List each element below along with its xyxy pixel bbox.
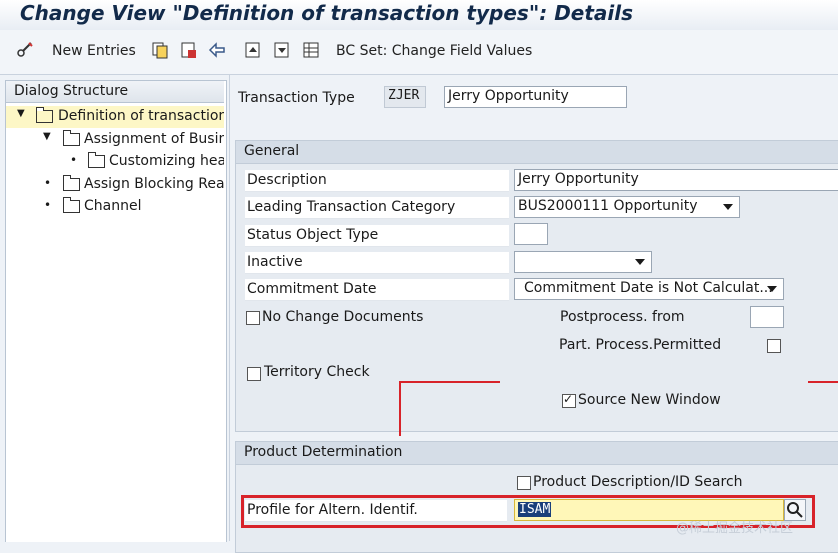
title-bar: Change View "Definition of transaction t… — [0, 0, 838, 31]
tree-item-label: Customizing header — [109, 153, 224, 169]
postprocess-from-label: Postprocess. from — [560, 309, 685, 325]
profile-altern-identif-value: ISAM — [518, 502, 552, 517]
product-determination-header: Product Determination — [236, 442, 838, 465]
open-folder-icon — [36, 107, 53, 123]
commitment-date-dropdown[interactable]: Commitment Date is Not Calculat... — [514, 278, 784, 300]
glasses-pencil-icon[interactable] — [16, 41, 34, 59]
watermark: @稀土掘金技术社区 — [676, 521, 794, 536]
delete-icon[interactable] — [180, 41, 198, 59]
dialog-structure-header: Dialog Structure — [6, 81, 224, 103]
tree-item-label: Channel — [84, 198, 142, 214]
transaction-type-label: Transaction Type — [238, 90, 355, 106]
profile-altern-identif-label: Profile for Altern. Identif. — [245, 500, 507, 522]
dialog-structure-title: Dialog Structure — [14, 83, 129, 99]
description-label: Description — [245, 170, 509, 192]
general-group-title: General — [244, 143, 300, 159]
description-field[interactable]: Jerry Opportunity — [514, 169, 838, 191]
copy-icon[interactable] — [151, 41, 169, 59]
leading-category-value: BUS2000111 Opportunity — [518, 198, 698, 214]
status-object-type-label: Status Object Type — [245, 225, 509, 247]
status-object-type-field[interactable] — [514, 223, 548, 245]
table-icon[interactable] — [302, 41, 320, 59]
chevron-down-icon — [723, 204, 733, 210]
panel-splitter[interactable] — [229, 74, 230, 541]
expand-arrow-icon[interactable]: ▼ — [17, 108, 25, 119]
bullet-icon: • — [70, 153, 78, 167]
commitment-date-value: Commitment Date is Not Calculat... — [524, 280, 773, 296]
bullet-icon: • — [44, 198, 52, 212]
next-icon[interactable] — [273, 41, 291, 59]
no-change-documents-label: No Change Documents — [262, 309, 424, 325]
inactive-dropdown[interactable] — [514, 251, 652, 273]
postprocess-from-field[interactable] — [750, 306, 784, 328]
annotation-line — [808, 381, 838, 383]
part-process-checkbox[interactable] — [767, 339, 781, 353]
tree-item-assignment[interactable]: ▼ Assignment of Business Transaction Cat… — [6, 129, 224, 151]
product-desc-id-search-checkbox[interactable] — [517, 476, 531, 490]
tree-item-label: Assign Blocking Reasons — [84, 176, 224, 192]
product-desc-id-search-label: Product Description/ID Search — [533, 474, 743, 490]
leading-category-dropdown[interactable]: BUS2000111 Opportunity — [514, 196, 740, 218]
bc-set-button[interactable]: BC Set: Change Field Values — [336, 43, 532, 59]
no-change-documents-checkbox[interactable] — [246, 311, 260, 325]
tree-item-blocking-reasons[interactable]: • Assign Blocking Reasons — [6, 174, 224, 196]
annotation-line — [399, 381, 401, 436]
folder-icon — [63, 130, 80, 146]
transaction-type-code: ZJER — [384, 86, 426, 108]
commitment-date-label: Commitment Date — [245, 279, 509, 301]
source-new-window-checkbox[interactable] — [562, 392, 576, 408]
tree-item-label: Assignment of Business Transaction Categ… — [84, 131, 224, 147]
leading-category-label: Leading Transaction Category — [245, 197, 509, 219]
annotation-line — [400, 381, 500, 383]
bullet-icon: • — [44, 176, 52, 190]
dialog-structure-panel: Dialog Structure ▼ Definition of transac… — [5, 80, 227, 542]
territory-check-checkbox[interactable] — [247, 367, 261, 381]
part-process-label: Part. Process.Permitted — [559, 337, 722, 353]
expand-arrow-icon[interactable]: ▼ — [43, 131, 51, 142]
folder-icon — [63, 175, 80, 191]
inactive-label: Inactive — [245, 252, 509, 274]
application-toolbar: New Entries BC Set: Change Field Values — [0, 30, 838, 75]
new-entries-button[interactable]: New Entries — [52, 43, 136, 59]
folder-icon — [88, 152, 105, 168]
undo-icon[interactable] — [208, 41, 226, 59]
chevron-down-icon — [767, 286, 777, 292]
chevron-down-icon — [635, 259, 645, 265]
territory-check-label: Territory Check — [264, 364, 370, 380]
tree-item-customizing-header[interactable]: • Customizing header — [6, 151, 224, 173]
general-group-header: General — [236, 141, 838, 164]
tree-item-channel[interactable]: • Channel — [6, 196, 224, 218]
transaction-type-name[interactable]: Jerry Opportunity — [444, 86, 627, 108]
folder-icon — [63, 197, 80, 213]
tree-item-definition[interactable]: ▼ Definition of transaction types — [6, 106, 224, 128]
previous-icon[interactable] — [244, 41, 262, 59]
tree-item-label: Definition of transaction types — [58, 108, 224, 124]
source-new-window-label: Source New Window — [578, 392, 721, 408]
product-determination-title: Product Determination — [244, 444, 403, 460]
window-title: Change View "Definition of transaction t… — [20, 1, 634, 25]
